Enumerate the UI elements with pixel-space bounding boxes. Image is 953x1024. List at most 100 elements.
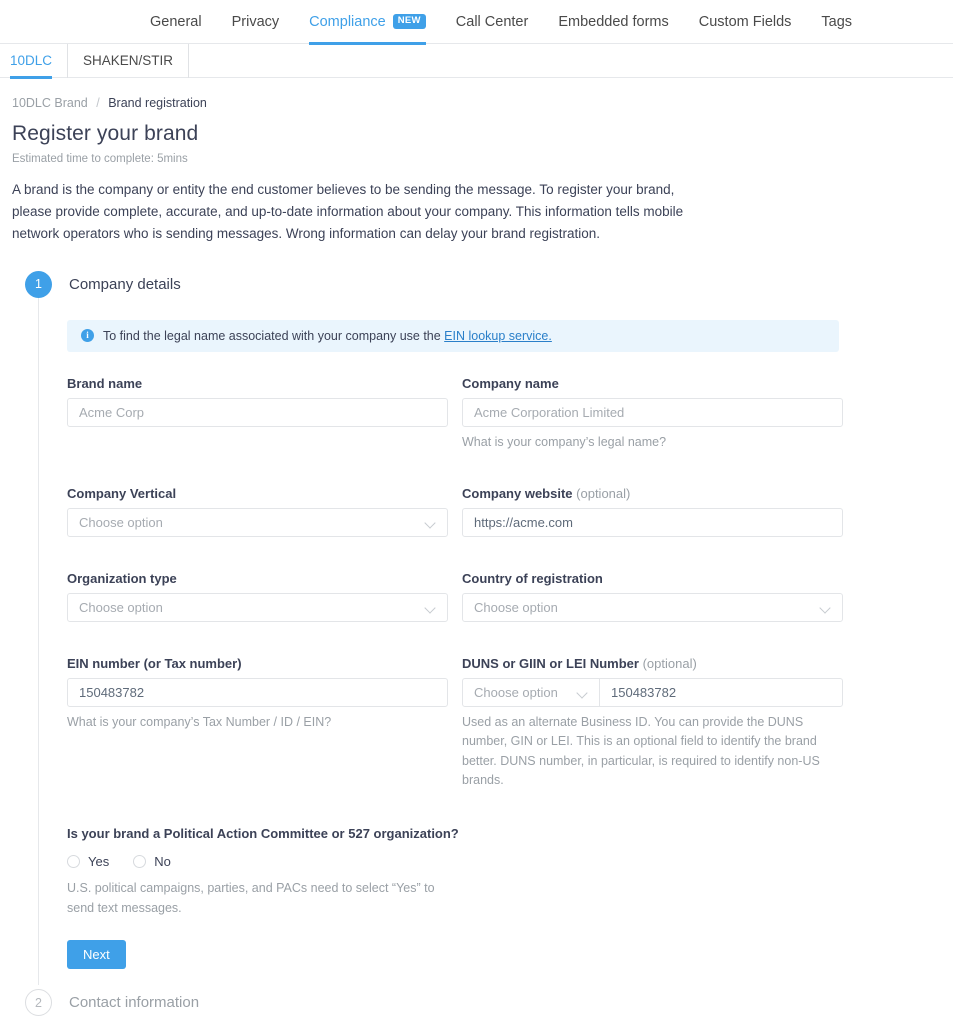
tab-embedded-forms-label: Embedded forms [558,13,669,30]
pac-radio-group: Yes No [67,854,953,869]
duns-number-optional: (optional) [642,655,697,671]
tab-general-label: General [150,13,202,30]
pac-question-hint: U.S. political campaigns, parties, and P… [67,881,435,915]
tab-compliance-label: Compliance [309,13,386,30]
brand-name-label: Brand name [67,375,143,391]
field-country-of-registration: Country of registration Choose option [462,571,843,622]
chevron-down-icon [425,517,436,528]
info-banner-text: To find the legal name associated with y… [103,329,552,343]
stepper-connector-line [38,284,39,985]
ein-number-hint: What is your company’s Tax Number / ID /… [67,714,332,729]
duns-number-label-text: DUNS or GIIN or LEI Number [462,655,639,671]
step-1-body: i To find the legal name associated with… [12,298,953,970]
estimated-time: Estimated time to complete: 5mins [12,153,188,165]
pac-radio-no[interactable] [133,855,147,869]
form-col-left-2: Company Vertical Choose option [67,486,448,551]
form-col-right-3: Country of registration Choose option [462,571,843,636]
brand-name-input[interactable]: Acme Corp [67,397,448,427]
country-of-registration-value: Choose option [474,599,558,615]
step-1-label: Company details [69,275,181,293]
organization-type-label: Organization type [67,570,177,586]
registration-stepper: 1 Company details i To find the legal na… [12,270,953,1024]
ein-info-banner: i To find the legal name associated with… [67,319,839,352]
ein-lookup-link[interactable]: EIN lookup service. [444,329,552,343]
pac-radio-no-label[interactable]: No [154,854,171,869]
chevron-down-icon [425,602,436,613]
next-button[interactable]: Next [67,940,126,970]
ein-number-input[interactable]: 150483782 [67,677,448,707]
breadcrumb-current: Brand registration [108,96,207,110]
country-of-registration-label: Country of registration [462,570,603,586]
tab-tags[interactable]: Tags [821,0,852,44]
secondary-nav: 10DLC SHAKEN/STIR [0,43,953,79]
field-organization-type: Organization type Choose option [67,571,448,622]
pac-radio-yes-label[interactable]: Yes [88,854,109,869]
field-company-website: Company website (optional) https://acme.… [462,486,843,537]
subtab-10dlc[interactable]: 10DLC [10,43,69,79]
info-banner-message: To find the legal name associated with y… [103,328,445,343]
tab-custom-fields-label: Custom Fields [698,13,792,30]
form-row-3: Organization type Choose option Country … [67,571,857,636]
info-icon: i [81,329,94,343]
breadcrumb-root[interactable]: 10DLC Brand [12,96,88,110]
company-website-label-text: Company website [462,485,573,501]
company-name-input[interactable]: Acme Corporation Limited [462,397,843,427]
tab-privacy-label: Privacy [231,13,280,30]
form-col-right-4: DUNS or GIIN or LEI Number (optional) Ch… [462,656,843,805]
company-website-optional: (optional) [576,485,631,501]
tab-compliance[interactable]: Compliance NEW [309,0,426,45]
company-website-label: Company website (optional) [462,486,843,501]
field-company-name: Company name Acme Corporation Limited Wh… [462,376,843,452]
field-ein-number: EIN number (or Tax number) 150483782 Wha… [67,656,448,732]
step-2-label: Contact information [69,994,200,1012]
step-1-header[interactable]: 1 Company details [12,270,953,298]
form-col-left-1: Brand name Acme Corp [67,376,448,466]
subtab-shaken-stir-label: SHAKEN/STIR [83,53,174,68]
tab-call-center[interactable]: Call Center [456,0,529,44]
tab-tags-label: Tags [821,13,853,30]
company-website-input[interactable]: https://acme.com [462,507,843,537]
subtab-shaken-stir[interactable]: SHAKEN/STIR [83,43,190,78]
organization-type-select[interactable]: Choose option [67,592,448,622]
ein-number-label: EIN number (or Tax number) [67,655,242,671]
step-2-header[interactable]: 2 Contact information [12,989,953,1017]
tab-privacy[interactable]: Privacy [232,0,280,44]
duns-number-input[interactable]: 150483782 [600,679,842,706]
page-title: Register your brand [12,122,199,145]
tab-general[interactable]: General [150,0,202,44]
pac-question-label: Is your brand a Political Action Committ… [67,826,459,842]
company-vertical-label: Company Vertical [67,485,177,501]
brand-registration-page: General Privacy Compliance NEW Call Cent… [0,0,953,1024]
subtab-10dlc-label: 10DLC [10,53,53,68]
form-col-left-3: Organization type Choose option [67,571,448,636]
field-duns-number: DUNS or GIIN or LEI Number (optional) Ch… [462,656,843,791]
chevron-down-icon [820,602,831,613]
breadcrumb-separator: / [96,96,100,110]
duns-number-group: Choose option 150483782 [462,677,843,707]
pac-question-block: Is your brand a Political Action Committ… [67,826,953,970]
country-of-registration-select[interactable]: Choose option [462,592,843,622]
company-name-label: Company name [462,375,559,391]
duns-type-select[interactable]: Choose option [463,678,600,706]
new-badge: NEW [392,14,426,29]
organization-type-value: Choose option [79,599,163,615]
field-brand-name: Brand name Acme Corp [67,376,448,427]
company-vertical-value: Choose option [79,514,163,530]
form-row-4: EIN number (or Tax number) 150483782 Wha… [67,656,857,805]
step-1-badge: 1 [25,270,52,298]
duns-type-value: Choose option [474,684,558,700]
duns-number-hint: Used as an alternate Business ID. You ca… [462,714,820,788]
tab-embedded-forms[interactable]: Embedded forms [558,0,668,44]
tab-call-center-label: Call Center [455,13,529,30]
intro-paragraph: A brand is the company or entity the end… [12,182,684,241]
form-col-left-4: EIN number (or Tax number) 150483782 Wha… [67,656,448,805]
chevron-down-icon [577,687,588,698]
breadcrumb: 10DLC Brand / Brand registration [12,96,953,110]
company-vertical-select[interactable]: Choose option [67,507,448,537]
field-company-vertical: Company Vertical Choose option [67,486,448,537]
form-row-2: Company Vertical Choose option Company w… [67,486,857,551]
tab-custom-fields[interactable]: Custom Fields [699,0,792,44]
step-2-badge: 2 [25,989,52,1017]
pac-radio-yes[interactable] [67,855,80,869]
company-name-hint: What is your company’s legal name? [462,434,667,449]
